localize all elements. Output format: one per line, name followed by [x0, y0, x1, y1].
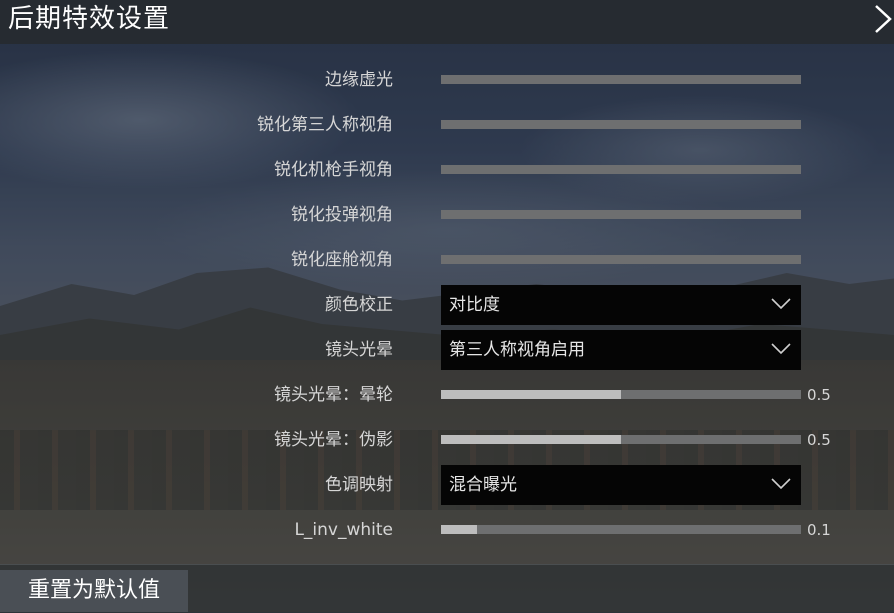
- dropdown-value: 第三人称视角启用: [449, 340, 585, 360]
- dropdown-row: 颜色校正 对比度: [0, 285, 894, 325]
- dropdown-row: 镜头光晕 第三人称视角启用: [0, 330, 894, 370]
- page-title: 后期特效设置: [8, 4, 171, 34]
- slider-fill: [441, 525, 477, 534]
- dropdown-value: 混合曝光: [449, 475, 517, 495]
- slider-value: 0.5: [807, 431, 831, 449]
- slider-row: 锐化机枪手视角: [0, 150, 894, 190]
- dropdown-select[interactable]: 对比度: [441, 285, 801, 325]
- dropdown-select[interactable]: 第三人称视角启用: [441, 330, 801, 370]
- setting-label: 镜头光晕: [325, 340, 393, 360]
- chevron-right-icon[interactable]: [872, 4, 894, 34]
- dropdown-select[interactable]: 混合曝光: [441, 465, 801, 505]
- slider-track[interactable]: [441, 255, 801, 264]
- slider-fill: [441, 390, 621, 399]
- setting-label: L_inv_white: [294, 520, 393, 540]
- reset-defaults-button[interactable]: 重置为默认值: [0, 570, 188, 612]
- slider-row: 锐化第三人称视角: [0, 105, 894, 145]
- setting-label: 颜色校正: [325, 295, 393, 315]
- setting-label: 锐化座舱视角: [291, 250, 393, 270]
- setting-label: 镜头光晕：伪影: [274, 430, 393, 450]
- dropdown-row: 色调映射 混合曝光: [0, 465, 894, 505]
- slider-row: L_inv_white 0.1: [0, 510, 894, 550]
- slider-track[interactable]: [441, 210, 801, 219]
- slider-track[interactable]: [441, 435, 801, 444]
- slider-track[interactable]: [441, 120, 801, 129]
- slider-value: 0.5: [807, 386, 831, 404]
- chevron-down-icon: [771, 478, 791, 490]
- slider-fill: [441, 435, 621, 444]
- slider-row: 锐化座舱视角: [0, 240, 894, 280]
- slider-track[interactable]: [441, 525, 801, 534]
- setting-label: 边缘虚光: [325, 70, 393, 90]
- setting-label: 锐化第三人称视角: [257, 115, 393, 135]
- window-header: 后期特效设置: [0, 0, 894, 44]
- slider-value: 0.1: [807, 521, 831, 539]
- chevron-down-icon: [771, 343, 791, 355]
- slider-row: 镜头光晕：伪影 0.5: [0, 420, 894, 460]
- slider-track[interactable]: [441, 165, 801, 174]
- dropdown-value: 对比度: [449, 295, 500, 315]
- slider-row: 边缘虚光: [0, 60, 894, 100]
- setting-label: 色调映射: [325, 475, 393, 495]
- setting-label: 锐化机枪手视角: [274, 160, 393, 180]
- slider-row: 镜头光晕：晕轮 0.5: [0, 375, 894, 415]
- setting-label: 锐化投弹视角: [291, 205, 393, 225]
- slider-track[interactable]: [441, 390, 801, 399]
- setting-label: 镜头光晕：晕轮: [274, 385, 393, 405]
- chevron-down-icon: [771, 298, 791, 310]
- slider-row: 锐化投弹视角: [0, 195, 894, 235]
- slider-track[interactable]: [441, 75, 801, 84]
